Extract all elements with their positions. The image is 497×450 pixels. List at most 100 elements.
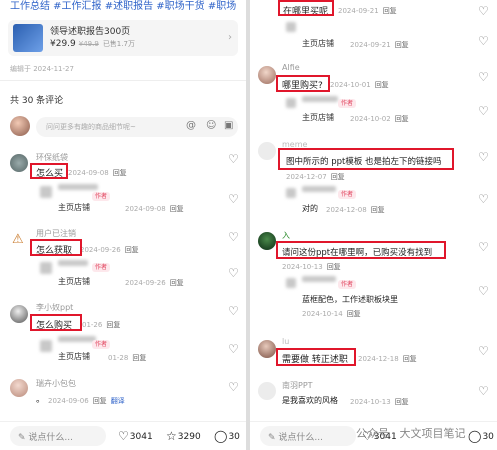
comment-icon: ◯ [468, 429, 482, 443]
translate-button[interactable]: 翻译 [111, 397, 125, 405]
reply-button[interactable]: 回复 [395, 398, 409, 406]
comment-entry-button[interactable]: ✎ 说点什么... [260, 426, 356, 446]
product-title: 领导述职报告300页 [50, 27, 131, 37]
heart-icon[interactable]: ♡ [228, 304, 239, 318]
comment-meta: 2024-09-08 回复 [68, 168, 127, 178]
chevron-right-icon: › [228, 32, 232, 43]
heart-icon[interactable]: ♡ [228, 192, 239, 206]
heart-icon[interactable]: ♡ [478, 384, 489, 398]
reply-user[interactable]: 主页店铺 [302, 112, 334, 123]
heart-icon[interactable]: ♡ [228, 342, 239, 356]
reply-button[interactable]: 回复 [170, 279, 184, 287]
reply-button[interactable]: 回复 [383, 7, 397, 15]
comment-user[interactable]: 瑞卉小包包 [36, 378, 76, 389]
reply-button[interactable]: 回复 [375, 81, 389, 89]
highlight-box [278, 0, 334, 16]
image-icon[interactable]: ▣ [224, 120, 233, 131]
comment-input[interactable]: 问问更多有趣的商品细节呢~ @ ☺ ▣ [36, 117, 238, 137]
hashtags[interactable]: 工作总结 #工作汇报 #述职报告 #职场干货 #职场 [10, 0, 236, 12]
comment-total: 30 [228, 432, 240, 442]
like-count: 3041 [129, 432, 153, 442]
reply-button[interactable]: 回复 [106, 321, 120, 329]
reply-button[interactable]: 回复 [395, 41, 409, 49]
reply-button[interactable]: 回复 [331, 173, 345, 181]
avatar[interactable] [258, 142, 276, 160]
reply-button[interactable]: 回复 [395, 115, 409, 123]
avatar[interactable] [258, 382, 276, 400]
comment-meta: 2024-10-13 回复 [350, 397, 409, 407]
comment-date: 2024-10-01 [330, 81, 371, 89]
comment-user[interactable]: 环保纸袋 [36, 152, 68, 163]
comment-meta: 2024-09-06 回复 翻译 [48, 396, 125, 406]
reply-button[interactable]: 回复 [125, 246, 139, 254]
heart-icon[interactable]: ♡ [478, 34, 489, 48]
blurred-text [302, 96, 338, 102]
heart-icon[interactable]: ♡ [228, 266, 239, 280]
comment-button[interactable]: ◯30 [214, 429, 240, 443]
heart-icon[interactable]: ♡ [478, 4, 489, 18]
comment-meta: 2024-12-07 回复 [286, 172, 345, 182]
avatar[interactable] [258, 66, 276, 84]
product-card[interactable]: 领导述职报告300页 ¥29.9 ¥49.9 已售1.7万 › [8, 20, 238, 56]
reply-avatar [40, 262, 52, 274]
reply-button[interactable]: 回复 [371, 206, 385, 214]
emoji-icon[interactable]: ☺ [206, 120, 216, 131]
comment-user[interactable]: Alfie [282, 63, 300, 72]
heart-icon[interactable]: ♡ [478, 284, 489, 298]
reply-button[interactable]: 回复 [113, 169, 127, 177]
avatar[interactable] [258, 340, 276, 358]
highlight-box [30, 239, 82, 256]
heart-icon[interactable]: ♡ [478, 150, 489, 164]
at-icon[interactable]: @ [186, 120, 196, 131]
heart-icon[interactable]: ♡ [478, 104, 489, 118]
reply-button[interactable]: 回复 [347, 310, 361, 318]
comment-user[interactable]: 用户已注销 [36, 228, 76, 239]
pencil-icon: ✎ [268, 433, 276, 443]
highlight-box [276, 348, 356, 366]
comment-meta: 2024-10-01 回复 [330, 80, 389, 90]
comment-entry-button[interactable]: ✎ 说点什么... [10, 426, 106, 446]
heart-icon[interactable]: ♡ [478, 70, 489, 84]
comment-meta: 2024-12-18 回复 [358, 354, 417, 364]
comment-user[interactable]: 入 [282, 230, 290, 241]
comment-meta: 01-26 回复 [82, 320, 120, 330]
reply-button[interactable]: 回复 [170, 205, 184, 213]
comment-date: 2024-10-13 [350, 398, 391, 406]
reply-date: 2024-12-08 [326, 206, 367, 214]
avatar [10, 116, 30, 136]
heart-icon[interactable]: ♡ [228, 152, 239, 166]
heart-icon[interactable]: ♡ [228, 380, 239, 394]
avatar[interactable] [10, 379, 28, 397]
heart-icon[interactable]: ♡ [478, 240, 489, 254]
comment-user[interactable]: 南羽PPT [282, 380, 313, 391]
avatar[interactable] [10, 305, 28, 323]
reply-date: 2024-10-02 [350, 115, 391, 123]
reply-button[interactable]: 回复 [327, 263, 341, 271]
heart-icon[interactable]: ♡ [478, 344, 489, 358]
reply-avatar [286, 98, 296, 108]
reply-text: 蓝框配色，工作述职板块里 [302, 295, 398, 304]
like-button[interactable]: ♡3041 [118, 429, 153, 443]
heart-icon[interactable]: ♡ [228, 230, 239, 244]
avatar[interactable] [10, 154, 28, 172]
heart-icon[interactable]: ♡ [478, 192, 489, 206]
reply-user[interactable]: 主页店铺 [58, 202, 90, 213]
reply-button[interactable]: 回复 [403, 355, 417, 363]
avatar[interactable] [258, 232, 276, 250]
reply-user[interactable]: 主页店铺 [58, 351, 90, 362]
pencil-icon: ✎ [18, 433, 26, 443]
product-old-price: ¥49.9 [78, 40, 99, 48]
comment-meta: 2024-10-13 回复 [282, 262, 341, 272]
reply-user[interactable]: 主页店铺 [58, 276, 90, 287]
reply-button[interactable]: 回复 [93, 397, 107, 405]
author-badge: 作者 [338, 280, 357, 289]
comment-user[interactable]: lu [282, 337, 289, 346]
comment-button[interactable]: ◯30 [468, 429, 494, 443]
reply-button[interactable]: 回复 [132, 354, 146, 362]
divider [0, 80, 246, 81]
author-badge: 作者 [92, 340, 111, 349]
comment-user[interactable]: 李小奴ppt [36, 302, 73, 313]
comment-meta: 2024-09-26 回复 [80, 245, 139, 255]
reply-user[interactable]: 主页店铺 [302, 38, 334, 49]
star-button[interactable]: ☆3290 [166, 429, 201, 443]
